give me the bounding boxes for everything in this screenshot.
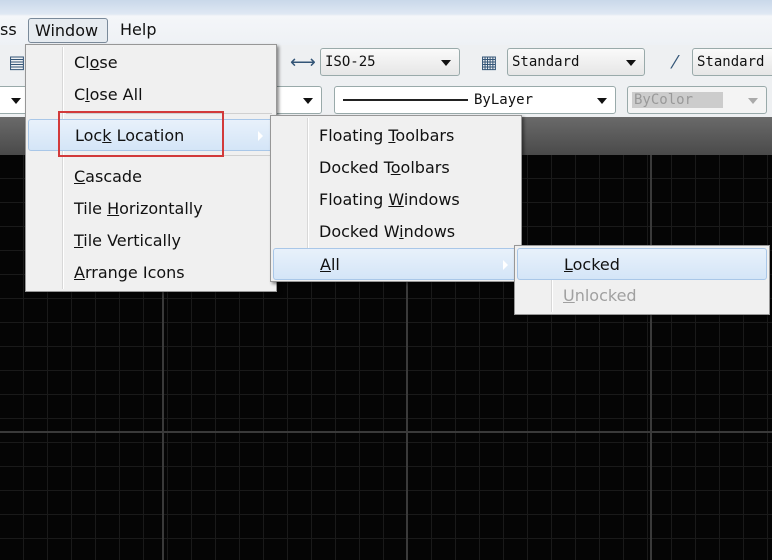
- menu-item-arrange-icons[interactable]: Arrange Icons: [28, 257, 274, 289]
- layer-combo[interactable]: [270, 86, 322, 114]
- linetype-combo[interactable]: ByLayer: [334, 86, 616, 114]
- linetype-value: ByLayer: [474, 92, 534, 108]
- label-part: indows: [403, 190, 460, 209]
- label-part: nlocked: [574, 286, 637, 305]
- menu-item-all[interactable]: All: [273, 248, 519, 280]
- menu-item-docked-windows[interactable]: Docked Windows: [273, 216, 519, 248]
- label-part: ascade: [85, 167, 142, 186]
- menu-express[interactable]: ss: [0, 18, 23, 43]
- menu-bar: ss Window Help: [0, 0, 772, 45]
- dimension-style-icon[interactable]: ⟷: [290, 52, 316, 74]
- label-part: ndows: [403, 222, 456, 241]
- mnemonic: o: [89, 53, 100, 72]
- menu-window[interactable]: Window: [28, 18, 108, 43]
- window-menu: Close Close All Lock Location Cascade Tile H…: [25, 44, 277, 292]
- mleaderstyle-value: Standard: [697, 54, 765, 70]
- chevron-down-icon: [597, 98, 607, 104]
- label-part: se: [99, 53, 118, 72]
- mnemonic: H: [107, 199, 120, 218]
- label-part: ll: [330, 255, 340, 274]
- menu-item-unlocked: Unlocked: [517, 280, 767, 312]
- plotstyle-value: ByColor: [632, 92, 724, 108]
- mnemonic: L: [564, 255, 573, 274]
- label-part: ile Vertically: [83, 231, 181, 250]
- label-part: Cl: [74, 53, 90, 72]
- all-submenu: Locked Unlocked: [514, 245, 770, 315]
- menu-item-close-all[interactable]: Close All: [28, 79, 274, 111]
- menu-item-docked-toolbars[interactable]: Docked Toolbars: [273, 152, 519, 184]
- dimstyle-value: ISO-25: [325, 54, 376, 70]
- label-part: rrange Icons: [84, 263, 185, 282]
- label-part: Docked W: [319, 222, 400, 241]
- plotstyle-combo: ByColor: [627, 86, 767, 114]
- mnemonic: U: [563, 286, 575, 305]
- menu-item-locked[interactable]: Locked: [517, 248, 767, 280]
- lock-location-submenu: Floating Toolbars Docked Toolbars Floating…: [270, 115, 522, 282]
- menu-item-tile-horizontally[interactable]: Tile Horizontally: [28, 193, 274, 225]
- mnemonic: A: [320, 255, 331, 274]
- menu-item-cascade[interactable]: Cascade: [28, 161, 274, 193]
- mleaderstyle-combo[interactable]: Standard: [692, 48, 772, 76]
- menu-help[interactable]: Help: [114, 18, 162, 43]
- label-part: olbars: [400, 158, 450, 177]
- tablestyle-combo[interactable]: Standard: [507, 48, 645, 76]
- line-sample: [343, 99, 468, 101]
- chevron-down-icon: [748, 98, 758, 104]
- mnemonic: T: [74, 231, 84, 250]
- chevron-down-icon: [441, 60, 451, 66]
- label-part: Docked T: [319, 158, 391, 177]
- mnemonic: o: [390, 158, 401, 177]
- menu-item-floating-toolbars[interactable]: Floating Toolbars: [273, 120, 519, 152]
- submenu-arrow-icon: [503, 260, 508, 270]
- menu-item-close[interactable]: Close: [28, 47, 274, 79]
- mnemonic: W: [388, 190, 404, 209]
- label-part: Floating: [319, 190, 389, 209]
- tablestyle-value: Standard: [512, 54, 580, 70]
- label-part: ose All: [89, 85, 143, 104]
- label-part: ocked: [572, 255, 620, 274]
- label-part: Floating: [319, 126, 389, 145]
- submenu-arrow-icon: [258, 131, 263, 141]
- multileader-style-icon[interactable]: ⁄: [664, 52, 686, 74]
- label-part: C: [74, 85, 86, 104]
- mnemonic: C: [74, 167, 86, 186]
- label-part: Tile: [74, 199, 108, 218]
- menu-item-tile-vertically[interactable]: Tile Vertically: [28, 225, 274, 257]
- chevron-down-icon: [303, 98, 313, 104]
- label-part: orizontally: [119, 199, 203, 218]
- dimstyle-combo[interactable]: ISO-25: [320, 48, 460, 76]
- chevron-down-icon: [11, 98, 21, 104]
- mnemonic: A: [74, 263, 85, 282]
- label-part: oolbars: [395, 126, 455, 145]
- menu-item-floating-windows[interactable]: Floating Windows: [273, 184, 519, 216]
- chevron-down-icon: [626, 60, 636, 66]
- table-style-icon[interactable]: ▦: [478, 52, 500, 74]
- highlight-annotation-box: [58, 111, 224, 157]
